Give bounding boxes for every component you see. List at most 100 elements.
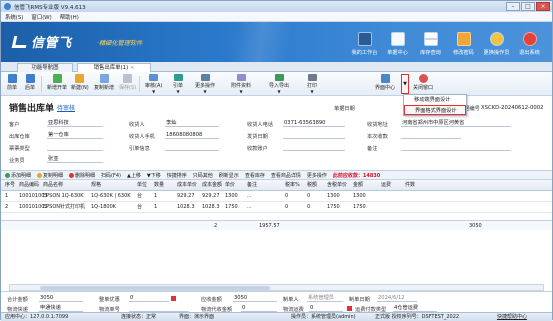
ui-center-dropdown-toggle[interactable]: ▼ — [401, 74, 409, 94]
new-doc-button[interactable]: 新增开单 — [47, 74, 67, 94]
delete-row-button[interactable]: 删除明细 — [69, 172, 95, 179]
column-header[interactable]: 含税单价 — [327, 180, 347, 191]
table-cell[interactable]: 台 — [137, 202, 142, 213]
table-cell[interactable]: 1 — [154, 191, 157, 202]
ref-doc-button[interactable]: 引单 ▼ — [173, 74, 183, 94]
column-header[interactable]: 单位 — [137, 180, 147, 191]
copy-row-button[interactable]: 复制明细 — [37, 172, 63, 179]
copy-new-button[interactable]: 复制新增 — [94, 74, 114, 94]
table-cell[interactable]: 1028.3 — [177, 202, 195, 213]
column-header[interactable]: 税额 — [307, 180, 317, 191]
receiver-field[interactable]: 李灿 — [165, 119, 219, 127]
next-doc-button[interactable]: 后单 — [25, 74, 35, 94]
stock-query-button[interactable]: 库存查询 — [414, 25, 447, 59]
table-row[interactable]: 1 100101001 EPSON 1Q-630K 1Q-630K | 630K 台 1 9… — [1, 191, 552, 202]
refresh-button[interactable]: 刷新显示 — [219, 172, 239, 179]
column-header[interactable]: 序号 — [5, 180, 15, 191]
freight-toggle-icon[interactable] — [347, 306, 352, 311]
scan-button[interactable]: 扫码(F4) — [101, 172, 121, 179]
table-cell[interactable]: EPSON针式打印机 — [43, 202, 85, 213]
print-button[interactable]: 打印 ▼ — [307, 74, 317, 94]
customer-field[interactable]: 亚思科技 — [47, 119, 103, 127]
discount-field[interactable]: 0 — [129, 294, 169, 302]
more-ops-button[interactable]: 更多操作 ▼ — [195, 74, 215, 94]
table-cell[interactable]: 1 — [5, 191, 8, 202]
this-receipt-field[interactable] — [401, 131, 461, 139]
doc-center-button[interactable]: 单据中心 — [381, 25, 414, 59]
maximize-button[interactable]: □ — [521, 2, 535, 11]
menu-window[interactable]: 窗口(W) — [31, 13, 51, 21]
column-header[interactable]: 商品名称 — [43, 180, 63, 191]
ui-center-button[interactable]: 界面中心 — [375, 74, 395, 94]
attachment-button[interactable]: 附件资料 ▼ — [231, 74, 251, 94]
menu-help[interactable]: 帮助(H) — [60, 13, 79, 21]
table-cell[interactable]: 1028.3 — [202, 202, 220, 213]
horizontal-scrollbar[interactable] — [9, 284, 544, 291]
move-up-button[interactable]: ▲上移 — [127, 172, 141, 179]
column-header[interactable]: 金额 — [353, 180, 363, 191]
table-cell[interactable]: 2 — [5, 202, 8, 213]
table-cell[interactable]: 1300 — [353, 191, 366, 202]
account-field[interactable] — [283, 143, 345, 151]
table-cell[interactable]: 台 — [137, 191, 142, 202]
view-product-detail-button[interactable]: 查看商品详情 — [271, 172, 301, 179]
table-cell[interactable]: 1Q-630K | 630K — [91, 191, 131, 202]
table-cell[interactable]: 0 — [285, 202, 288, 213]
table-cell[interactable]: 1300 — [327, 191, 340, 202]
other-button[interactable]: 只码其他 — [193, 172, 213, 179]
add-row-button[interactable]: 添加明细 — [5, 172, 31, 179]
salesman-field[interactable]: 张亚 — [47, 155, 103, 163]
column-header[interactable]: 规格 — [91, 180, 101, 191]
table-cell[interactable]: ... — [247, 202, 252, 213]
view-stock-button[interactable]: 查看库存 — [245, 172, 265, 179]
prev-doc-button[interactable]: 前单 — [7, 74, 17, 94]
discount-toggle-icon[interactable] — [171, 296, 176, 301]
minimize-button[interactable]: – — [506, 2, 520, 11]
column-header[interactable]: 备注 — [247, 180, 257, 191]
note-field[interactable] — [401, 143, 511, 151]
import-export-button[interactable]: 导入导出 ▼ — [269, 74, 289, 94]
table-cell[interactable]: 1 — [154, 202, 157, 213]
warehouse-field[interactable]: 第一仓库 — [47, 131, 103, 139]
close-window-button[interactable]: × — [536, 2, 550, 11]
table-cell[interactable]: 1750 — [353, 202, 366, 213]
column-header[interactable]: 单价 — [225, 180, 235, 191]
table-cell[interactable]: 929.27 — [177, 191, 195, 202]
table-cell[interactable]: 929.27 — [202, 191, 220, 202]
freight-field[interactable]: 0 — [309, 304, 343, 312]
new-button[interactable]: 新建(N) — [71, 74, 89, 94]
save-button[interactable]: 保存(S) — [119, 74, 136, 94]
tab-close-icon[interactable]: × — [130, 65, 135, 71]
carrier-field[interactable]: 申通快递 — [39, 304, 83, 312]
table-cell[interactable]: ... — [247, 191, 252, 202]
table-row[interactable]: 2 100101002 EPSON针式打印机 1Q-1800K 台 1 1028.3 1028… — [1, 202, 552, 213]
table-cell[interactable]: 0 — [307, 202, 310, 213]
tab-nav-map[interactable]: 功能导航图 — [17, 63, 73, 72]
column-header[interactable]: 成本金额 — [202, 180, 222, 191]
table-cell[interactable]: 1750 — [225, 202, 238, 213]
column-header[interactable]: 税率% — [285, 180, 300, 191]
table-cell[interactable]: 0 — [285, 191, 288, 202]
change-password-button[interactable]: 修改密码 — [447, 25, 480, 59]
address-field[interactable]: 河南省郑州市中原区河黄省 — [401, 119, 511, 127]
ship-date-field[interactable] — [283, 131, 345, 139]
waybill-field[interactable] — [129, 304, 189, 312]
table-cell[interactable]: 1300 — [225, 191, 238, 202]
quick-sort-button[interactable]: 快捷排序 — [167, 172, 187, 179]
column-header[interactable]: 件数 — [405, 180, 415, 191]
exit-system-button[interactable]: 退出系统 — [513, 25, 546, 59]
paytype-field[interactable]: 4仓管运费 — [393, 304, 437, 312]
switch-operator-button[interactable]: 更换操作员 — [480, 25, 513, 59]
column-header[interactable]: 商品编码 — [19, 180, 39, 191]
tel-field[interactable]: 0371-63563890 — [283, 119, 345, 127]
close-window-tool-button[interactable]: 关闭窗口 — [413, 74, 433, 94]
column-header[interactable]: 运费 — [381, 180, 391, 191]
table-cell[interactable]: 1750 — [327, 202, 340, 213]
menu-item-mobile-design[interactable]: 移动端界面设计 — [404, 95, 466, 105]
table-cell[interactable]: 0 — [307, 191, 310, 202]
receiver-phone-field[interactable]: 18608080808 — [165, 131, 219, 139]
column-header[interactable]: 数量 — [154, 180, 164, 191]
table-cell[interactable]: 1Q-1800K — [91, 202, 116, 213]
workbench-button[interactable]: 我的工作台 — [348, 25, 381, 59]
audit-button[interactable]: 审核(A) ▼ — [145, 74, 162, 94]
